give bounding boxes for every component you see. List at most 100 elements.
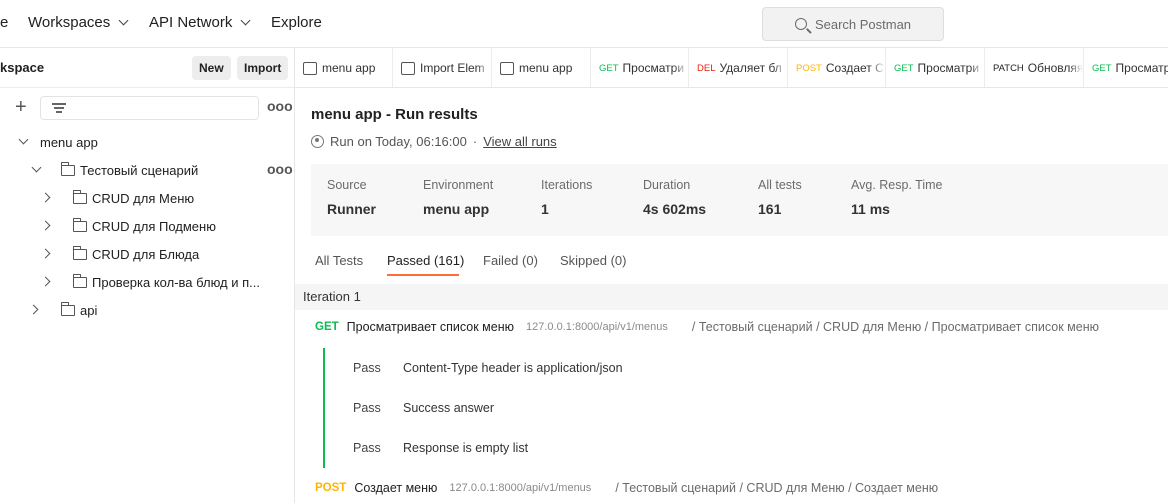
chevron-right-icon: [28, 304, 39, 315]
test-result: Pass Response is empty list: [353, 441, 528, 455]
request-path: / Тестовый сценарий / CRUD для Меню / Пр…: [691, 320, 1099, 334]
view-all-runs-link[interactable]: View all runs: [483, 134, 556, 149]
tab-request[interactable]: POST Создает С: [788, 48, 886, 87]
chevron-right-icon: [40, 220, 51, 231]
import-button[interactable]: Import: [237, 56, 289, 80]
pass-indicator-bar: [323, 348, 325, 468]
tab-passed[interactable]: Passed (161): [387, 253, 464, 268]
stat-source: Source Runner: [327, 178, 376, 217]
tab-runner[interactable]: menu app: [295, 48, 393, 87]
tab-collection-run[interactable]: menu app: [492, 48, 591, 87]
request-name: Просматривает список меню: [346, 320, 515, 334]
tree-item-label: CRUD для Меню: [92, 190, 195, 206]
tree-item-folder[interactable]: CRUD для Подменю: [0, 212, 295, 240]
chevron-down-icon: [240, 15, 251, 26]
folder-icon: [60, 302, 75, 316]
method-badge: GET: [315, 321, 339, 333]
method-badge: GET: [894, 62, 914, 74]
stat-all-tests: All tests 161: [758, 178, 802, 217]
import-icon: [401, 61, 415, 75]
tree-item-label: CRUD для Блюда: [92, 246, 200, 262]
tab-label: Просматр: [1115, 61, 1168, 75]
run-info: Run on Today, 06:16:00 · View all runs: [311, 134, 557, 149]
runner-icon: [303, 61, 317, 75]
run-summary: Source Runner Environment menu app Itera…: [311, 164, 1168, 236]
tree-item-folder[interactable]: CRUD для Меню: [0, 184, 295, 212]
home-link[interactable]: e: [0, 14, 8, 31]
folder-more-button[interactable]: ooo: [267, 161, 293, 177]
api-network-label: API Network: [149, 14, 233, 31]
method-badge: POST: [315, 482, 347, 494]
method-badge: GET: [599, 62, 619, 74]
tree-item-label: api: [80, 302, 98, 318]
active-tab-indicator: [387, 274, 459, 276]
user-icon: [311, 135, 324, 148]
tree-item-folder[interactable]: api: [0, 296, 295, 324]
tab-label: menu app: [322, 61, 376, 75]
tab-import[interactable]: Import Elem: [393, 48, 492, 87]
search-placeholder: Search Postman: [814, 16, 912, 32]
iteration-header: Iteration 1: [295, 284, 1168, 310]
run-timestamp: Run on Today, 06:16:00: [330, 134, 467, 149]
home-link-label: e: [0, 14, 9, 31]
method-badge: DEL: [697, 62, 716, 74]
sidebar-more-button[interactable]: ooo: [267, 98, 293, 114]
request-result-row[interactable]: GET Просматривает список меню 127.0.0.1:…: [315, 320, 1099, 334]
folder-icon: [60, 162, 75, 176]
chevron-right-icon: [40, 248, 51, 259]
stat-avg-resp-time: Avg. Resp. Time 11 ms: [851, 178, 943, 217]
chevron-right-icon: [40, 276, 51, 287]
tab-request[interactable]: GET Просматри: [886, 48, 985, 87]
tree-item-folder[interactable]: CRUD для Блюда: [0, 240, 295, 268]
new-button[interactable]: New: [192, 56, 231, 80]
tree-item-folder[interactable]: Проверка кол-ва блюд и п...: [0, 268, 295, 296]
folder-icon: [72, 218, 87, 232]
request-result-row[interactable]: POST Создает меню 127.0.0.1:8000/api/v1/…: [315, 481, 938, 495]
test-name: Success answer: [403, 401, 495, 415]
request-url: 127.0.0.1:8000/api/v1/menus: [526, 321, 668, 333]
sidebar: kspace New Import + ooo menu app Тестовы…: [0, 48, 295, 503]
search-icon: [794, 18, 807, 30]
tab-failed[interactable]: Failed (0): [483, 253, 538, 268]
explore-link[interactable]: Explore: [271, 14, 322, 31]
chevron-down-icon: [118, 15, 129, 26]
test-status: Pass: [353, 441, 381, 455]
tab-request[interactable]: GET Просматри: [591, 48, 689, 87]
method-badge: GET: [1092, 62, 1112, 74]
method-badge: PATCH: [993, 62, 1024, 74]
tab-skipped[interactable]: Skipped (0): [560, 253, 626, 268]
workspaces-menu[interactable]: Workspaces: [28, 14, 129, 31]
tab-all-tests[interactable]: All Tests: [315, 253, 363, 268]
play-icon: [500, 61, 514, 75]
test-result: Pass Success answer: [353, 401, 494, 415]
workspaces-label: Workspaces: [28, 14, 111, 31]
folder-icon: [72, 190, 87, 204]
tree-item-label: CRUD для Подменю: [92, 218, 216, 234]
add-collection-button[interactable]: +: [15, 97, 27, 117]
search-input[interactable]: Search Postman: [762, 7, 944, 41]
request-tabs-bar: menu app Import Elem menu app GET Просма…: [295, 48, 1168, 88]
folder-icon: [72, 246, 87, 260]
tab-request[interactable]: DEL Удаляет бл: [689, 48, 788, 87]
top-navigation-bar: e Workspaces API Network Explore Search …: [0, 0, 1168, 48]
folder-icon: [72, 274, 87, 288]
test-name: Content-Type header is application/json: [403, 361, 623, 375]
tree-item-folder[interactable]: Тестовый сценарий ooo: [0, 156, 295, 184]
workspace-header: kspace New Import: [0, 48, 295, 88]
test-result: Pass Content-Type header is application/…: [353, 361, 623, 375]
tab-request[interactable]: PATCH Обновляя: [985, 48, 1084, 87]
filter-input[interactable]: [40, 96, 259, 120]
chevron-down-icon: [18, 134, 29, 145]
tab-request[interactable]: GET Просматр: [1084, 48, 1168, 87]
tab-label: menu app: [519, 61, 573, 75]
tree-item-collection[interactable]: menu app: [0, 128, 295, 156]
request-name: Создает меню: [354, 481, 438, 495]
workspace-name: kspace: [0, 60, 45, 75]
stat-duration: Duration 4s 602ms: [643, 178, 707, 217]
api-network-menu[interactable]: API Network: [149, 14, 251, 31]
tree-item-label: Тестовый сценарий: [80, 162, 199, 178]
test-status: Pass: [353, 361, 381, 375]
separator-dot: ·: [472, 134, 478, 149]
filter-icon: [52, 103, 66, 113]
chevron-right-icon: [40, 192, 51, 203]
